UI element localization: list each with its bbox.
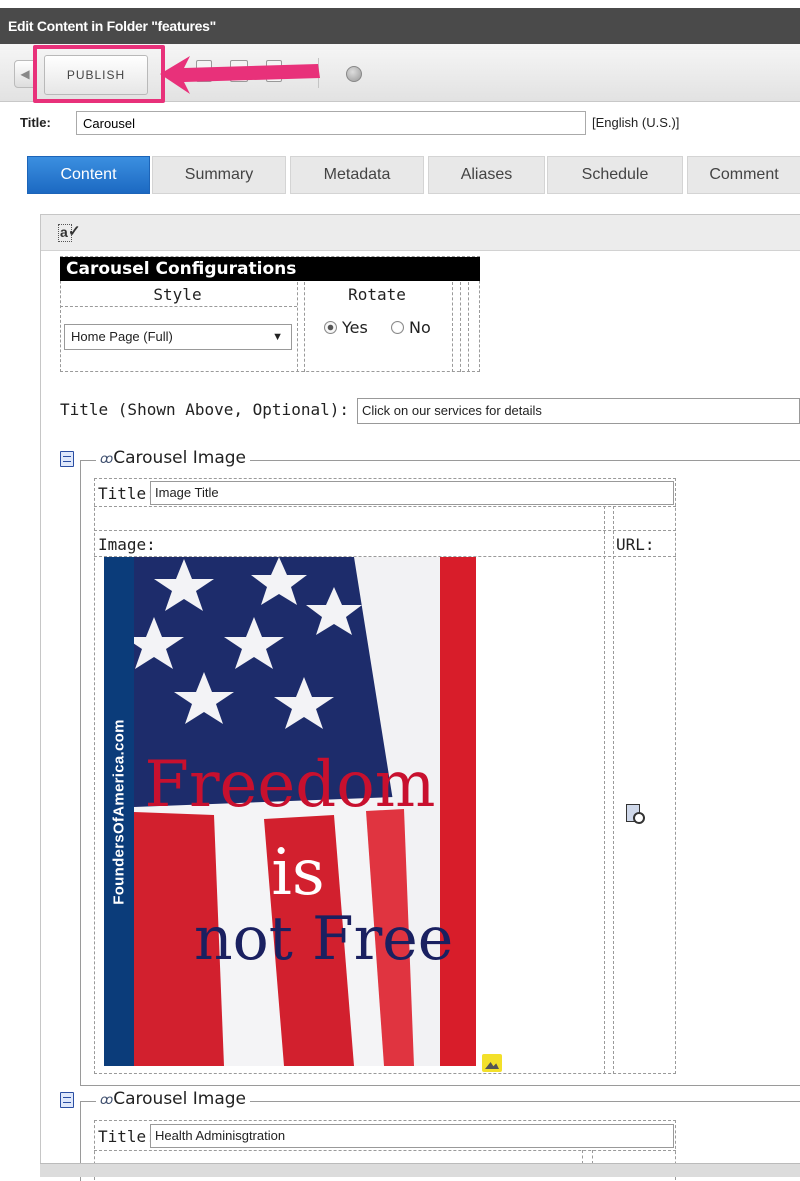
carousel-image-legend: ꝏCarousel Image: [96, 1089, 251, 1109]
poster-line-not-free: not Free: [194, 904, 454, 974]
poster-line-freedom: Freedom: [144, 748, 436, 822]
image-title-input[interactable]: Health Adminisgtration: [150, 1124, 674, 1148]
style-label: Style: [153, 285, 202, 304]
rotate-label: Rotate: [348, 285, 406, 304]
rotate-no-radio[interactable]: [391, 321, 404, 334]
carousel-image-legend: ꝏCarousel Image: [96, 448, 251, 468]
language-label: [English (U.S.)]: [592, 115, 680, 130]
insert-image-icon[interactable]: [482, 1054, 502, 1072]
rotate-yes-label: Yes: [342, 318, 368, 337]
rotate-yes-radio[interactable]: [324, 321, 337, 334]
select-resource-icon[interactable]: [626, 804, 648, 828]
config-header: Carousel Configurations: [60, 257, 480, 281]
config-divider: [297, 282, 298, 372]
editor-toolbar-strip: [41, 215, 800, 251]
glasses-icon: ꝏ: [100, 452, 114, 467]
image-title-label: Title:: [98, 484, 156, 503]
help-icon[interactable]: [346, 66, 362, 82]
column-divider: [582, 1150, 583, 1164]
glasses-icon: ꝏ: [100, 1093, 114, 1108]
row-divider: [94, 506, 676, 507]
content-title-input[interactable]: [76, 111, 586, 135]
publish-highlight-box: [33, 45, 165, 103]
window-title: Edit Content in Folder "features": [0, 8, 800, 44]
row-divider: [94, 1150, 676, 1151]
column-divider: [613, 506, 614, 1074]
column-divider: [592, 1150, 593, 1164]
poster-line-is: is: [271, 836, 325, 910]
tab-aliases[interactable]: Aliases: [428, 156, 545, 194]
tab-summary[interactable]: Summary: [152, 156, 286, 194]
url-label: URL:: [616, 535, 655, 554]
config-divider: [60, 306, 297, 307]
column-divider: [604, 506, 605, 1074]
editor-status-bar: [40, 1163, 800, 1177]
image-label: Image:: [98, 535, 156, 554]
tab-content[interactable]: Content: [27, 156, 150, 194]
carousel-title-input[interactable]: Click on our services for details: [357, 398, 800, 424]
rotate-no-label: No: [409, 318, 431, 337]
annotation-arrow: [160, 56, 320, 94]
tab-comment[interactable]: Comment: [687, 156, 800, 194]
list-icon[interactable]: [60, 451, 74, 467]
row-divider: [94, 530, 676, 531]
list-icon[interactable]: [60, 1092, 74, 1108]
style-select-value: Home Page (Full): [71, 329, 173, 344]
config-divider: [460, 282, 461, 372]
edit-mode-icon[interactable]: a ✓: [58, 223, 82, 246]
tab-schedule[interactable]: Schedule: [547, 156, 683, 194]
image-title-label: Title:: [98, 1127, 156, 1146]
config-divider: [468, 282, 469, 372]
config-divider: [452, 282, 453, 372]
style-select[interactable]: Home Page (Full) ▼: [64, 324, 292, 350]
tab-metadata[interactable]: Metadata: [290, 156, 424, 194]
dropdown-arrow-icon: ▼: [272, 331, 283, 343]
title-label: Title:: [20, 115, 51, 130]
carousel-title-label: Title (Shown Above, Optional):: [60, 400, 349, 419]
image-title-input[interactable]: Image Title: [150, 481, 674, 505]
